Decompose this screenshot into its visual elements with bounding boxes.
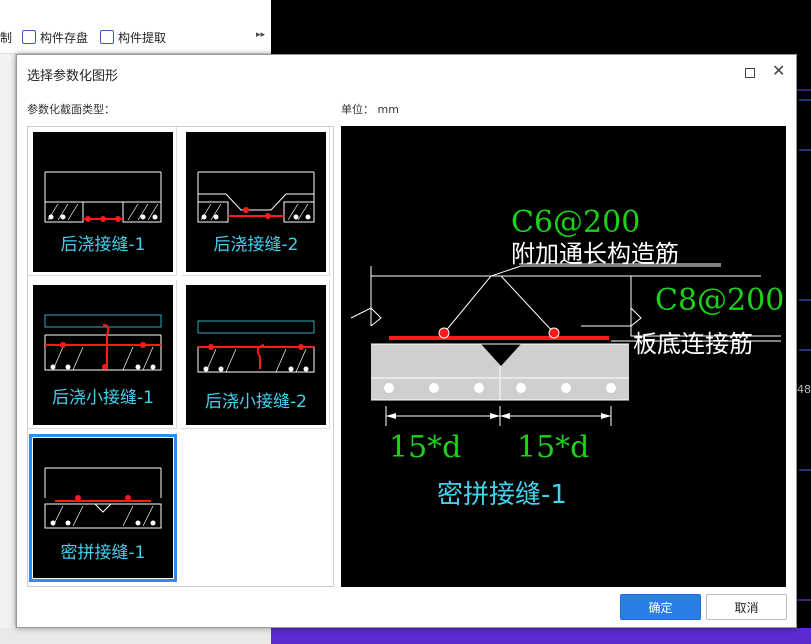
thumbnail-label: 后浇接缝-1 (60, 235, 146, 255)
section-preview: C6@200 附加通长构造筋 C8@200 板底连接筋 15*d 15*d 密拼… (341, 126, 786, 587)
dialog-title: 选择参数化图形 (27, 69, 119, 84)
thumbnail-label: 密拼接缝-1 (60, 543, 146, 563)
unit-label: 单位： mm (341, 103, 399, 116)
preview-name: 密拼接缝-1 (437, 480, 567, 510)
section-type-grid: 后浇接缝-1 后浇接缝-2 后浇小接缝-1 后浇小接缝-2 密拼接缝-1 (27, 126, 334, 587)
cancel-button[interactable]: 取消 (706, 594, 787, 620)
toolbar-row: 制 构件存盘 构件提取 (0, 26, 178, 48)
thumbnail-image: 后浇接缝-2 (186, 132, 326, 272)
close-icon[interactable]: ✕ (772, 61, 785, 80)
rebar-bottom-spec: C8@200 (655, 283, 784, 318)
rebar-bottom-desc: 板底连接筋 (633, 330, 753, 358)
host-status-area (0, 628, 271, 644)
dimension-left: 15*d (389, 430, 461, 465)
section-type-label: 参数化截面类型： (27, 103, 115, 116)
select-parametric-dialog: 选择参数化图形 ✕ 参数化截面类型： 单位： mm 后浇接缝-1 后浇接缝-2 … (16, 54, 797, 628)
component-save-button[interactable]: 构件存盘 (22, 29, 88, 46)
extract-icon (100, 30, 115, 44)
component-save-label: 构件存盘 (40, 30, 89, 45)
thumbnail-label: 后浇接缝-2 (213, 235, 299, 255)
rebar-top-spec: C6@200 (511, 205, 640, 240)
dimension-right: 15*d (517, 430, 589, 465)
copy-label: 制 (0, 30, 13, 45)
thumbnail-image: 后浇小接缝-2 (186, 285, 326, 425)
ok-button[interactable]: 确定 (620, 594, 701, 620)
toolbar-overflow-icon[interactable]: ▸▸ (256, 30, 265, 40)
thumbnail-label: 后浇小接缝-2 (205, 392, 307, 412)
cad-hatch-strip (271, 628, 811, 644)
thumbnail-cell[interactable]: 后浇小接缝-1 (28, 280, 177, 429)
cad-side-text: 487 (797, 383, 811, 396)
rebar-top-desc: 附加通长构造筋 (511, 240, 679, 268)
component-extract-label: 构件提取 (118, 30, 167, 45)
thumbnail-label: 后浇小接缝-1 (52, 388, 154, 408)
thumbnail-image: 后浇接缝-1 (33, 132, 173, 272)
copy-button[interactable]: 制 (0, 29, 12, 46)
host-toolbar: 制 构件存盘 构件提取 ▸▸ (0, 0, 271, 54)
thumbnail-cell[interactable]: 密拼接缝-1 (28, 433, 177, 582)
component-extract-button[interactable]: 构件提取 (100, 29, 166, 46)
maximize-icon[interactable] (745, 68, 755, 78)
thumbnail-cell[interactable]: 后浇接缝-1 (28, 127, 177, 276)
thumbnail-cell[interactable]: 后浇小接缝-2 (181, 280, 330, 429)
host-left-panel (0, 54, 16, 644)
thumbnail-cell[interactable]: 后浇接缝-2 (181, 127, 330, 276)
thumbnail-image: 后浇小接缝-1 (33, 285, 173, 425)
thumbnail-image: 密拼接缝-1 (29, 434, 177, 582)
save-icon (22, 30, 37, 44)
